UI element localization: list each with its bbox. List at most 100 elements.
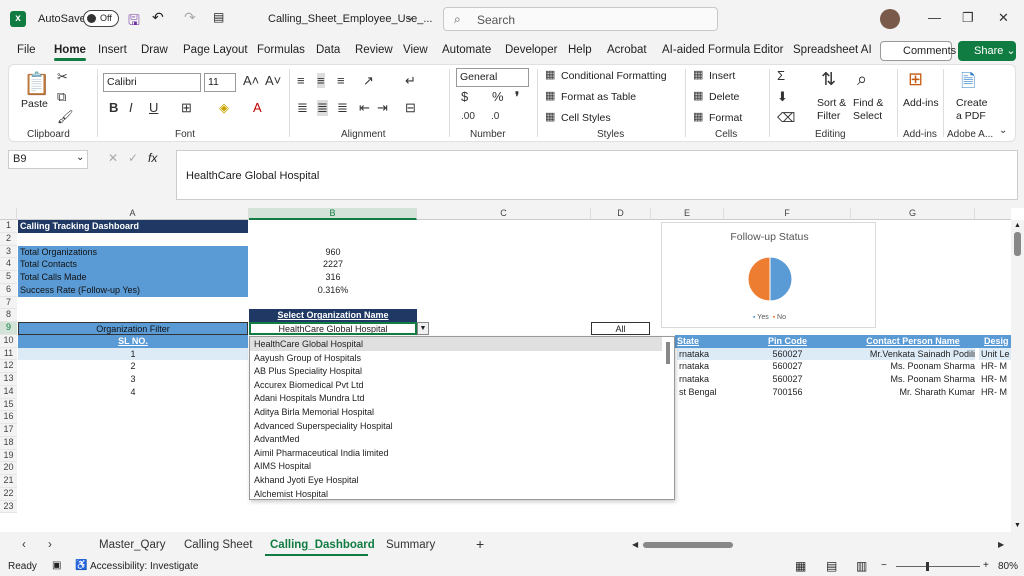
clear-icon[interactable]: ⌫: [777, 110, 795, 126]
tab-data[interactable]: Data: [316, 44, 340, 56]
row-header[interactable]: 21: [0, 475, 17, 488]
dropdown-option[interactable]: AdvantMed: [254, 433, 300, 447]
state-header[interactable]: State: [677, 335, 724, 348]
row-header[interactable]: 12: [0, 360, 17, 373]
align-middle-icon[interactable]: ≡: [317, 73, 325, 88]
tab-help[interactable]: Help: [568, 44, 592, 56]
cancel-icon[interactable]: ✕: [108, 151, 118, 165]
row-header[interactable]: 2: [0, 232, 17, 246]
fill-color-icon[interactable]: ◈: [219, 100, 229, 116]
align-right-icon[interactable]: ≣: [337, 100, 348, 116]
dropdown-option[interactable]: Aayush Group of Hospitals: [254, 352, 361, 366]
font-name-select[interactable]: Calibri: [103, 73, 201, 92]
add-sheet-icon[interactable]: +: [476, 536, 484, 552]
zoom-in-icon[interactable]: +: [983, 560, 989, 571]
align-bottom-icon[interactable]: ≡: [337, 73, 345, 88]
all-filter-cell[interactable]: All: [591, 322, 650, 335]
column-header[interactable]: E: [651, 208, 724, 220]
undo-icon[interactable]: ↶: [152, 9, 164, 26]
dropdown-scrollbar[interactable]: [666, 342, 670, 364]
comma-icon[interactable]: ❜: [515, 89, 519, 105]
sl-no-header[interactable]: SL NO.: [18, 334, 248, 348]
spreadsheet-grid[interactable]: A B C D E F G 1 2 3 4 5 6 7 8 9 10 11 12 13 14 15 16 17 1…: [0, 208, 1024, 532]
horizontal-scroll-thumb[interactable]: [643, 542, 733, 548]
tab-acrobat[interactable]: Acrobat: [607, 44, 647, 56]
collapse-ribbon-icon[interactable]: ⌄: [999, 125, 1007, 136]
row-header[interactable]: 13: [0, 373, 17, 386]
decrease-decimal-icon[interactable]: .0: [491, 111, 499, 122]
redo-icon[interactable]: ↷: [184, 9, 196, 26]
sort-filter-label-2[interactable]: Filter: [817, 110, 840, 122]
dropdown-option[interactable]: HealthCare Global Hospital: [254, 338, 363, 352]
enter-icon[interactable]: ✓: [128, 151, 138, 165]
dropdown-option[interactable]: Alchemist Hospital: [254, 488, 328, 502]
find-select-label-2[interactable]: Select: [853, 110, 882, 122]
label-total-contacts[interactable]: Total Contacts: [18, 258, 248, 271]
page-layout-view-icon[interactable]: ▤: [826, 559, 837, 573]
tab-insert[interactable]: Insert: [98, 44, 127, 56]
insert-cells-button[interactable]: Insert: [709, 70, 735, 82]
dropdown-option[interactable]: Akhand Jyoti Eye Hospital: [254, 474, 359, 488]
dropdown-option[interactable]: Aimil Pharmaceutical India limited: [254, 447, 389, 461]
tab-developer[interactable]: Developer: [505, 44, 557, 56]
scroll-left-icon[interactable]: ◀: [632, 540, 638, 549]
table-cell-desig[interactable]: Unit Le: [979, 347, 1011, 361]
row-header[interactable]: 15: [0, 398, 17, 412]
dropdown-option[interactable]: AIMS Hospital: [254, 460, 311, 474]
value-total-contacts[interactable]: 2227: [249, 258, 417, 271]
decrease-indent-icon[interactable]: ⇤: [359, 100, 370, 116]
table-cell-pin[interactable]: 560027: [724, 360, 851, 373]
table-cell-contact[interactable]: Ms. Poonam Sharma: [851, 373, 975, 386]
decrease-font-icon[interactable]: A˅: [265, 73, 281, 88]
column-header[interactable]: G: [851, 208, 975, 220]
table-cell-contact[interactable]: Ms. Poonam Sharma: [851, 360, 975, 373]
align-top-icon[interactable]: ≡: [297, 73, 305, 88]
conditional-formatting-button[interactable]: Conditional Formatting: [561, 70, 667, 82]
delete-cells-button[interactable]: Delete: [709, 91, 739, 103]
table-cell-pin[interactable]: 560027: [724, 347, 851, 361]
table-cell-contact[interactable]: Mr. Sharath Kumar: [851, 386, 975, 399]
italic-icon[interactable]: I: [129, 100, 133, 115]
tab-review[interactable]: Review: [355, 44, 393, 56]
save-icon[interactable]: 🖫: [128, 10, 140, 34]
increase-decimal-icon[interactable]: .00: [461, 111, 475, 122]
zoom-level[interactable]: 80%: [998, 561, 1018, 572]
borders-icon[interactable]: ⊞: [181, 100, 192, 116]
underline-icon[interactable]: U: [149, 100, 158, 115]
increase-font-icon[interactable]: A˄: [243, 73, 259, 88]
pie-slice-yes[interactable]: [769, 256, 793, 302]
page-break-view-icon[interactable]: ▥: [856, 559, 867, 573]
name-box-chevron-icon[interactable]: ⌄: [76, 152, 84, 163]
font-color-icon[interactable]: A: [253, 100, 262, 115]
normal-view-icon[interactable]: ▦: [795, 559, 806, 573]
restore-icon[interactable]: ❐: [962, 10, 974, 26]
sl-cell[interactable]: 3: [18, 373, 248, 386]
select-org-label[interactable]: Select Organization Name: [249, 309, 417, 322]
chevron-down-icon[interactable]: ⌄: [406, 12, 414, 23]
tab-sheet-summary[interactable]: Summary: [386, 539, 435, 551]
row-header[interactable]: 7: [0, 296, 17, 310]
contact-header[interactable]: Contact Person Name: [851, 335, 975, 348]
macro-icon[interactable]: ▣: [52, 560, 61, 571]
scroll-right-icon[interactable]: ▶: [998, 540, 1004, 549]
row-header[interactable]: 4: [0, 258, 17, 271]
label-total-organizations[interactable]: Total Organizations: [18, 245, 248, 259]
tab-ai-formula-editor[interactable]: AI-aided Formula Editor: [662, 44, 783, 56]
zoom-slider[interactable]: [896, 566, 980, 567]
row-header[interactable]: 8: [0, 309, 17, 322]
percent-icon[interactable]: %: [492, 89, 504, 104]
scroll-down-icon[interactable]: ▼: [1014, 522, 1021, 529]
search-box[interactable]: ⌕ Search: [443, 7, 718, 31]
autosum-icon[interactable]: Σ: [777, 68, 785, 83]
number-format-select[interactable]: General: [456, 68, 529, 87]
cut-icon[interactable]: ✂: [57, 69, 68, 85]
tab-sheet-calling-dashboard[interactable]: Calling_Dashboard: [270, 539, 375, 551]
row-header[interactable]: 19: [0, 449, 17, 463]
column-header[interactable]: A: [17, 208, 249, 220]
cell-styles-button[interactable]: Cell Styles: [561, 112, 611, 124]
increase-indent-icon[interactable]: ⇥: [377, 100, 388, 116]
scroll-up-icon[interactable]: ▲: [1014, 222, 1021, 229]
accessibility-status[interactable]: Accessibility: Investigate: [90, 561, 198, 572]
table-cell-state[interactable]: rnataka: [677, 373, 724, 386]
format-painter-icon[interactable]: 🖌: [57, 109, 74, 125]
